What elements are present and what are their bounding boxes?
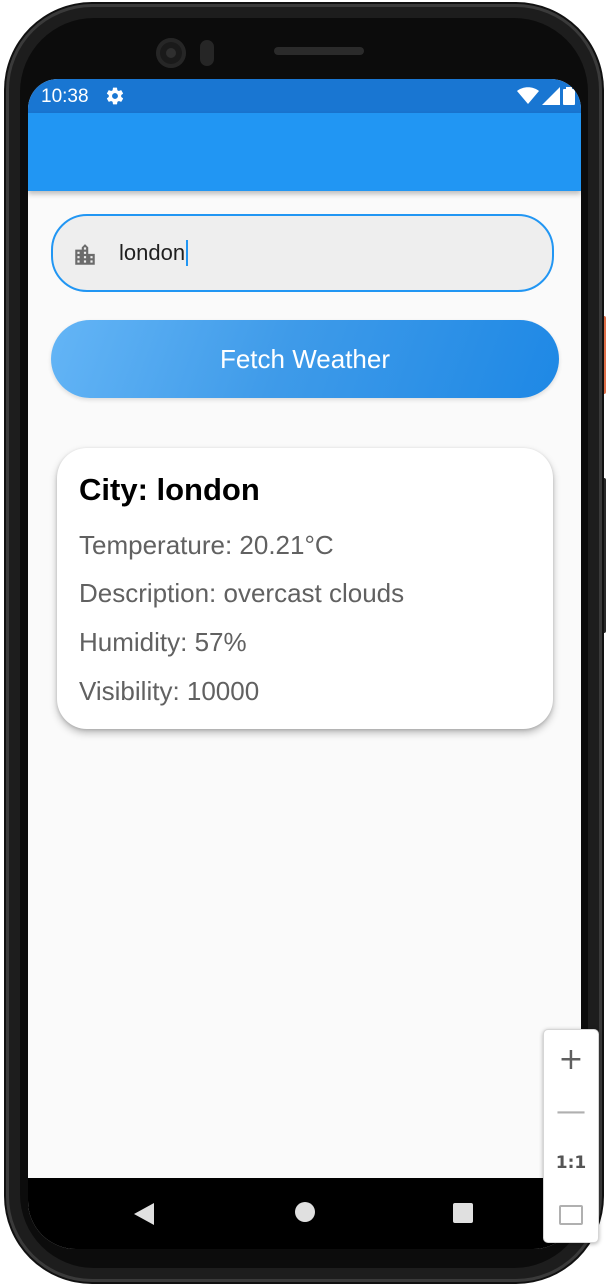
- system-nav-bar: [28, 1178, 581, 1249]
- description-text: Description: overcast clouds: [79, 578, 405, 608]
- fit-screen-icon: [559, 1205, 583, 1225]
- city-icon: [75, 244, 95, 265]
- text-caret: [186, 240, 189, 266]
- fetch-weather-button[interactable]: Fetch Weather: [51, 320, 559, 398]
- weather-card: City: london Temperature: 20.21°C Descri…: [57, 448, 553, 729]
- city-input[interactable]: london: [51, 214, 554, 292]
- humidity-text: Humidity: 57%: [79, 627, 247, 657]
- visibility-text: Visibility: 10000: [79, 676, 260, 706]
- status-time: 10:38: [41, 86, 89, 107]
- wifi-icon: [517, 87, 539, 104]
- proximity-sensor: [200, 40, 214, 66]
- recents-icon[interactable]: [453, 1203, 473, 1223]
- back-icon[interactable]: [134, 1203, 154, 1225]
- city-input-value-wrapper: london: [119, 240, 189, 266]
- earpiece-speaker: [274, 47, 364, 55]
- gear-icon: [106, 87, 124, 105]
- app-bar: [28, 113, 581, 191]
- temperature-text: Temperature: 20.21°C: [79, 530, 334, 560]
- signal-icon: [542, 87, 560, 105]
- home-icon[interactable]: [295, 1202, 315, 1222]
- zoom-in-button[interactable]: +: [544, 1034, 598, 1084]
- front-camera-icon: [156, 38, 186, 68]
- city-input-value: london: [119, 240, 186, 265]
- actual-size-button[interactable]: 1:1: [544, 1138, 598, 1188]
- zoom-out-button[interactable]: —: [544, 1086, 598, 1136]
- city-heading: City: london: [79, 472, 260, 507]
- battery-icon: [563, 87, 575, 105]
- status-bar: 10:38: [28, 79, 581, 113]
- phone-screen: 10:38 london Fetch Weather City: london …: [28, 79, 581, 1249]
- fit-screen-button[interactable]: [544, 1190, 598, 1240]
- status-icons: [517, 87, 575, 105]
- emulator-zoom-controls: + — 1:1: [543, 1029, 599, 1243]
